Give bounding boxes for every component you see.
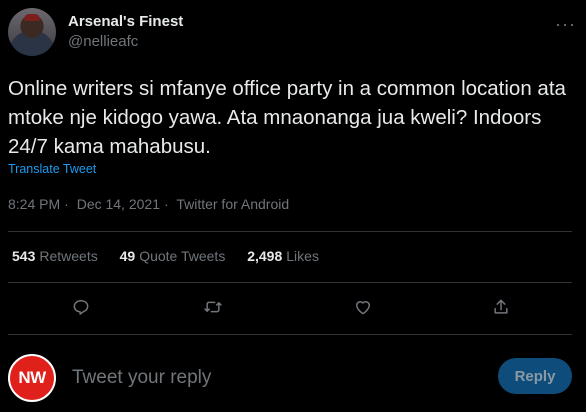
retweets-label: Retweets [39, 248, 98, 264]
divider [8, 282, 572, 283]
reply-icon[interactable] [68, 294, 94, 320]
likes-stat[interactable]: 2,498 Likes [247, 248, 319, 264]
meta-separator: · [164, 196, 169, 212]
likes-count: 2,498 [247, 248, 283, 264]
reply-button[interactable]: Reply [498, 358, 572, 394]
tweet-time[interactable]: 8:24 PM [8, 196, 60, 212]
author-display-name[interactable]: Arsenal's Finest [68, 12, 183, 32]
divider [8, 334, 572, 335]
reply-input[interactable] [70, 362, 474, 394]
retweets-count: 543 [12, 248, 36, 264]
tweet-text: Online writers si mfanye office party in… [8, 77, 566, 158]
retweet-icon[interactable] [200, 294, 226, 320]
author-avatar[interactable] [8, 8, 56, 56]
retweets-stat[interactable]: 543 Retweets [12, 248, 98, 264]
translate-tweet-link[interactable]: Translate Tweet [8, 162, 96, 176]
reply-bar: NW Reply [0, 342, 586, 412]
likes-label: Likes [286, 248, 319, 264]
tweet-date[interactable]: Dec 14, 2021 [77, 196, 160, 212]
divider [8, 231, 572, 232]
quote-tweets-stat[interactable]: 49 Quote Tweets [120, 248, 226, 264]
tweet-meta: 8:24 PM · Dec 14, 2021 · Twitter for Andro… [8, 196, 293, 212]
tweet-header: Arsenal's Finest @nellieafc ··· [8, 8, 578, 60]
meta-separator: · [64, 196, 69, 212]
author-handle[interactable]: @nellieafc [68, 32, 183, 52]
more-icon[interactable]: ··· [555, 14, 576, 35]
share-icon[interactable] [488, 294, 514, 320]
tweet-actions [0, 290, 586, 324]
author-names: Arsenal's Finest @nellieafc [68, 12, 183, 52]
tweet-source[interactable]: Twitter for Android [176, 196, 289, 212]
quotes-count: 49 [119, 248, 136, 264]
like-icon[interactable] [350, 294, 376, 320]
quotes-label: Quote Tweets [139, 248, 226, 264]
user-avatar[interactable]: NW [8, 354, 56, 402]
tweet-stats: 543 Retweets 49 Quote Tweets 2,498 Likes [12, 248, 337, 264]
